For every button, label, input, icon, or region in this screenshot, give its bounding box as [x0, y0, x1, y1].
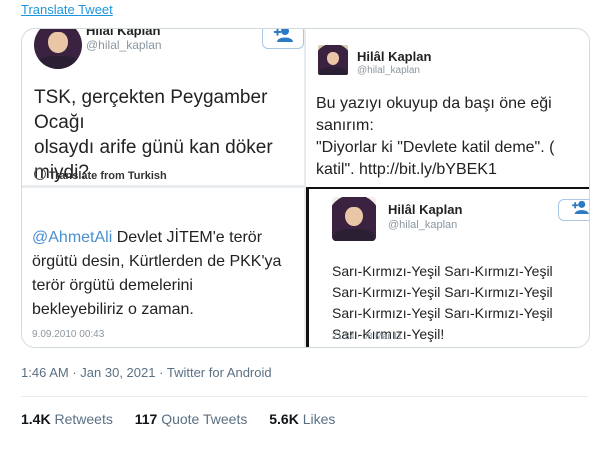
translate-tweet-link[interactable]: Translate Tweet: [21, 2, 113, 17]
retweets-stat[interactable]: 1.4K Retweets: [21, 411, 113, 427]
author-name: Hilâl Kaplan: [357, 49, 432, 64]
tweet-source[interactable]: Twitter for Android: [167, 365, 272, 380]
follow-button[interactable]: [262, 29, 304, 49]
author-handle: @hilal_kaplan: [357, 65, 420, 76]
add-user-icon: [569, 200, 589, 217]
translate-from-turkish[interactable]: Translate from Turkish: [34, 168, 167, 182]
panel-divider: [306, 189, 309, 347]
author-name: Hilal Kaplan: [86, 29, 161, 38]
globe-icon: [34, 168, 46, 180]
avatar: [318, 45, 348, 75]
tweet-date: 9.09.2010 00:43: [32, 329, 105, 340]
tweet-date[interactable]: Jan 30, 2021: [80, 365, 155, 380]
screenshot-panel-2[interactable]: Hilâl Kaplan @hilal_kaplan Bu yazıyı oku…: [306, 29, 589, 187]
screenshot-panel-1[interactable]: Hilal Kaplan @hilal_kaplan TSK, gerçekte…: [22, 29, 304, 185]
likes-stat[interactable]: 5.6K Likes: [269, 411, 335, 427]
tweet-text: @AhmetAli Devlet JİTEM'e terör örgütü de…: [32, 229, 282, 318]
author-name: Hilâl Kaplan: [388, 202, 463, 217]
tweet-stats: 1.4K Retweets 117 Quote Tweets 5.6K Like…: [21, 396, 588, 427]
tweet-image-collage[interactable]: Hilal Kaplan @hilal_kaplan TSK, gerçekte…: [21, 28, 590, 348]
avatar: [34, 29, 82, 69]
author-handle: @hilal_kaplan: [388, 219, 458, 231]
add-user-icon: [272, 29, 294, 45]
screenshot-panel-3[interactable]: @AhmetAli Devlet JİTEM'e terör örgütü de…: [22, 188, 304, 347]
mention-link[interactable]: @AhmetAli: [32, 229, 112, 246]
quote-tweets-stat[interactable]: 117 Quote Tweets: [135, 411, 248, 427]
tweet-time[interactable]: 1:46 AM: [21, 365, 69, 380]
screenshot-panel-4[interactable]: Hilâl Kaplan @hilal_kaplan Sarı-Kırmızı-…: [306, 189, 589, 347]
panel-divider: [306, 187, 589, 189]
follow-button[interactable]: [558, 199, 589, 221]
tweet-text: Bu yazıyı okuyup da başı öne eği sanırım…: [316, 95, 555, 178]
avatar: [332, 197, 376, 241]
author-handle: @hilal_kaplan: [86, 38, 162, 52]
panel-divider: [22, 185, 304, 188]
tweet-date: 21:34 · 08 Mar 11: [332, 331, 403, 341]
tweet-meta: 1:46 AM · Jan 30, 2021 · Twitter for And…: [21, 365, 272, 380]
